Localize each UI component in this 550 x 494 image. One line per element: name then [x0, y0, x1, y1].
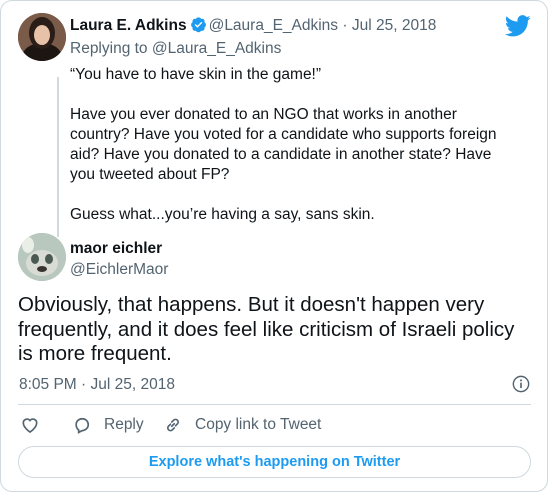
- reply-label: Reply: [104, 416, 144, 433]
- embedded-tweet-card: Laura E. Adkins @Laura_E_Adkins · Jul 25,…: [0, 0, 548, 492]
- thread-connector: [57, 77, 59, 237]
- reply-icon: [75, 417, 90, 434]
- tweet-timestamp[interactable]: 8:05 PM · Jul 25, 2018: [19, 376, 175, 394]
- info-icon[interactable]: [512, 375, 530, 393]
- author-handle[interactable]: @Laura_E_Adkins: [209, 17, 338, 34]
- replying-handle[interactable]: @Laura_E_Adkins: [152, 40, 281, 57]
- parent-tweet-text: “You have to have skin in the game!” Hav…: [70, 65, 520, 245]
- tweet-paragraph: “You have to have skin in the game!”: [70, 66, 322, 83]
- reply-button[interactable]: Reply: [72, 415, 144, 435]
- copy-link-button[interactable]: Copy link to Tweet: [163, 415, 321, 435]
- replying-to: Replying to @Laura_E_Adkins: [70, 40, 281, 58]
- author-name[interactable]: Laura E. Adkins: [70, 17, 187, 34]
- author-name[interactable]: maor eichler: [70, 240, 162, 258]
- like-button[interactable]: [20, 415, 40, 435]
- heart-icon: [22, 418, 38, 434]
- twitter-bird-icon[interactable]: [505, 15, 531, 37]
- main-tweet-text: Obviously, that happens. But it doesn't …: [18, 293, 515, 365]
- tweet-paragraph: Have you ever donated to an NGO that wor…: [70, 106, 497, 183]
- separator-dot: ·: [342, 17, 348, 34]
- avatar[interactable]: [18, 13, 66, 61]
- copy-link-label: Copy link to Tweet: [195, 416, 322, 433]
- avatar[interactable]: [18, 233, 66, 281]
- explore-twitter-button[interactable]: Explore what's happening on Twitter: [18, 446, 531, 478]
- replying-prefix: Replying to: [70, 40, 148, 57]
- tweet-paragraph: Guess what...you’re having a say, sans s…: [70, 206, 375, 223]
- verified-badge-icon: [190, 17, 206, 33]
- tweet-date[interactable]: Jul 25, 2018: [352, 17, 436, 34]
- link-icon: [167, 418, 179, 432]
- author-handle[interactable]: @EichlerMaor: [70, 261, 168, 279]
- parent-header: Laura E. Adkins @Laura_E_Adkins · Jul 25,…: [70, 16, 436, 35]
- divider: [18, 404, 531, 405]
